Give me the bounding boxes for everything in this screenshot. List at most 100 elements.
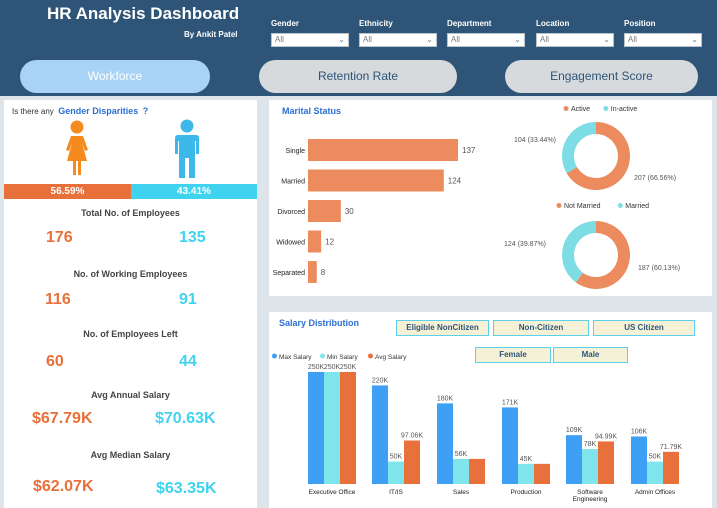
salary-label-it-is-max-salary: 220K xyxy=(372,377,389,384)
gender-panel: Is there any Gender Disparities ? 56.59%… xyxy=(4,100,257,508)
salary-category-executive-office: Executive Office xyxy=(309,489,356,496)
kpi-working-male: 91 xyxy=(179,291,197,308)
salary-bar-software-engineering-avg-salary xyxy=(598,441,614,484)
kpi-median-male: $63.35K xyxy=(156,480,217,497)
filter-location-value: All xyxy=(540,35,549,44)
marital-category-separated: Separated xyxy=(273,270,305,277)
filter-gender-select[interactable]: All ⌄ xyxy=(271,33,349,47)
salary-label-software-engineering-min-salary: 78K xyxy=(584,441,597,448)
chevron-down-icon: ⌄ xyxy=(691,35,698,44)
salary-bar-software-engineering-max-salary xyxy=(566,435,582,484)
salary-label-executive-office-min-salary: 250K xyxy=(324,364,341,371)
kpi-left-female: 60 xyxy=(46,353,64,370)
legend-dot-max-salary xyxy=(272,353,277,359)
salary-bar-sales-avg-salary xyxy=(469,458,485,484)
salary-category-production: Production xyxy=(510,489,541,496)
kpi-left-male: 44 xyxy=(179,353,197,370)
female-icon xyxy=(66,120,88,175)
marital-category-single: Single xyxy=(286,148,306,155)
salary-label-admin-offices-avg-salary: 71.79K xyxy=(660,444,683,451)
salary-category-sales: Sales xyxy=(453,489,470,496)
filter-ethnicity-select[interactable]: All ⌄ xyxy=(359,33,437,47)
chevron-down-icon: ⌄ xyxy=(338,35,345,44)
dashboard-title: HR Analysis Dashboard xyxy=(47,4,240,23)
salary-bar-it-is-min-salary xyxy=(388,461,404,484)
filter-location-select[interactable]: All ⌄ xyxy=(536,33,614,47)
donut-label-not-married: 187 (60.13%) xyxy=(638,265,680,272)
author-label: By Ankit Patel xyxy=(184,30,238,39)
salary-bar-admin-offices-max-salary xyxy=(631,436,647,484)
salary-label-production-max-salary: 171K xyxy=(502,399,519,406)
chevron-down-icon: ⌄ xyxy=(514,35,521,44)
salary-chart: Max Salary Min Salary Avg Salary250K 250K 25… xyxy=(272,353,683,503)
salary-label-production-min-salary: 45K xyxy=(520,456,533,463)
legend-label-not-married: Not Married xyxy=(564,203,601,210)
salary-label-sales-min-salary: 56K xyxy=(455,451,468,458)
legend-dot-in-active xyxy=(603,106,609,111)
filter-department-select[interactable]: All ⌄ xyxy=(447,33,525,47)
kpi-title-median: Avg Median Salary xyxy=(90,450,171,460)
salary-label-software-engineering-max-salary: 109K xyxy=(566,427,583,434)
tab-engagement-score[interactable]: Engagement Score xyxy=(505,60,698,93)
legend-label-avg-salary: Avg Salary xyxy=(375,354,407,361)
marital-bar-married xyxy=(308,169,444,192)
salary-bar-production-avg-salary xyxy=(534,463,550,484)
legend-label-active: Active xyxy=(571,106,590,113)
filter-position-label: Position xyxy=(624,19,656,28)
kpi-title-total: Total No. of Employees xyxy=(81,208,180,218)
legend-dot-active xyxy=(563,106,569,111)
salary-bar-admin-offices-min-salary xyxy=(647,461,663,484)
tab-retention-rate[interactable]: Retention Rate xyxy=(259,60,457,93)
marital-value-divorced: 30 xyxy=(345,207,354,216)
filter-ethnicity[interactable]: Ethnicity All ⌄ xyxy=(359,19,437,47)
filter-location-label: Location xyxy=(536,19,570,28)
marital-category-divorced: Divorced xyxy=(277,209,305,216)
filter-ethnicity-value: All xyxy=(363,35,372,44)
kpi-title-annual: Avg Annual Salary xyxy=(91,390,170,400)
salary-label-it-is-avg-salary: 97.06K xyxy=(401,433,424,440)
salary-bar-it-is-avg-salary xyxy=(404,440,420,484)
marital-value-separated: 8 xyxy=(321,268,326,277)
marital-value-married: 124 xyxy=(448,177,462,186)
salary-label-admin-offices-min-salary: 50K xyxy=(649,454,662,461)
salary-bar-it-is-max-salary xyxy=(372,385,388,484)
kpi-annual-female: $67.79K xyxy=(32,410,93,427)
kpi-working-female: 116 xyxy=(45,291,71,308)
male-percent-bar: 43.41% xyxy=(131,184,257,199)
salary-category-software-engineering-line2: Engineering xyxy=(573,496,608,503)
filter-position-select[interactable]: All ⌄ xyxy=(624,33,702,47)
salary-category-it-is: IT/IS xyxy=(389,489,403,496)
marital-value-single: 137 xyxy=(462,146,476,155)
chevron-down-icon: ⌄ xyxy=(426,35,433,44)
legend-label-min-salary: Min Salary xyxy=(327,354,358,361)
marital-panel: Marital Status Single 137 Married 124 Divorc… xyxy=(269,100,712,296)
donut-label-active: 207 (66.56%) xyxy=(634,175,676,182)
tab-workforce[interactable]: Workforce xyxy=(20,60,210,93)
kpi-total-male: 135 xyxy=(179,229,206,246)
salary-bar-executive-office-max-salary xyxy=(308,372,324,484)
salary-label-admin-offices-max-salary: 106K xyxy=(631,429,648,436)
kpi-title-left: No. of Employees Left xyxy=(83,329,178,339)
filter-position[interactable]: Position All ⌄ xyxy=(624,19,702,47)
legend-dot-avg-salary xyxy=(368,353,373,359)
filter-position-value: All xyxy=(628,35,637,44)
salary-bar-production-min-salary xyxy=(518,463,534,484)
kpi-total-female: 176 xyxy=(46,229,73,246)
gender-question-suffix: ? xyxy=(142,106,149,116)
marital-chart: Single 137 Married 124 Divorced 30 Widowed 12 Se… xyxy=(273,106,680,289)
filter-location[interactable]: Location All ⌄ xyxy=(536,19,614,47)
filter-gender[interactable]: Gender All ⌄ xyxy=(271,19,349,47)
filter-department[interactable]: Department All ⌄ xyxy=(447,19,525,47)
marital-bar-widowed xyxy=(308,230,322,253)
salary-label-it-is-min-salary: 50K xyxy=(390,454,403,461)
salary-panel: Salary Distribution Eligible NonCitizen … xyxy=(269,312,712,508)
kpi-median-female: $62.07K xyxy=(33,478,94,495)
salary-label-executive-office-max-salary: 250K xyxy=(308,364,325,371)
filter-ethnicity-label: Ethnicity xyxy=(359,19,393,28)
marital-category-married: Married xyxy=(281,179,305,186)
salary-label-software-engineering-avg-salary: 94.99K xyxy=(595,433,618,440)
legend-dot-not-married xyxy=(556,203,562,208)
donut-slice-in-active xyxy=(562,122,596,174)
salary-bar-production-max-salary xyxy=(502,407,518,484)
donut-label-married: 124 (39.87%) xyxy=(504,241,546,248)
